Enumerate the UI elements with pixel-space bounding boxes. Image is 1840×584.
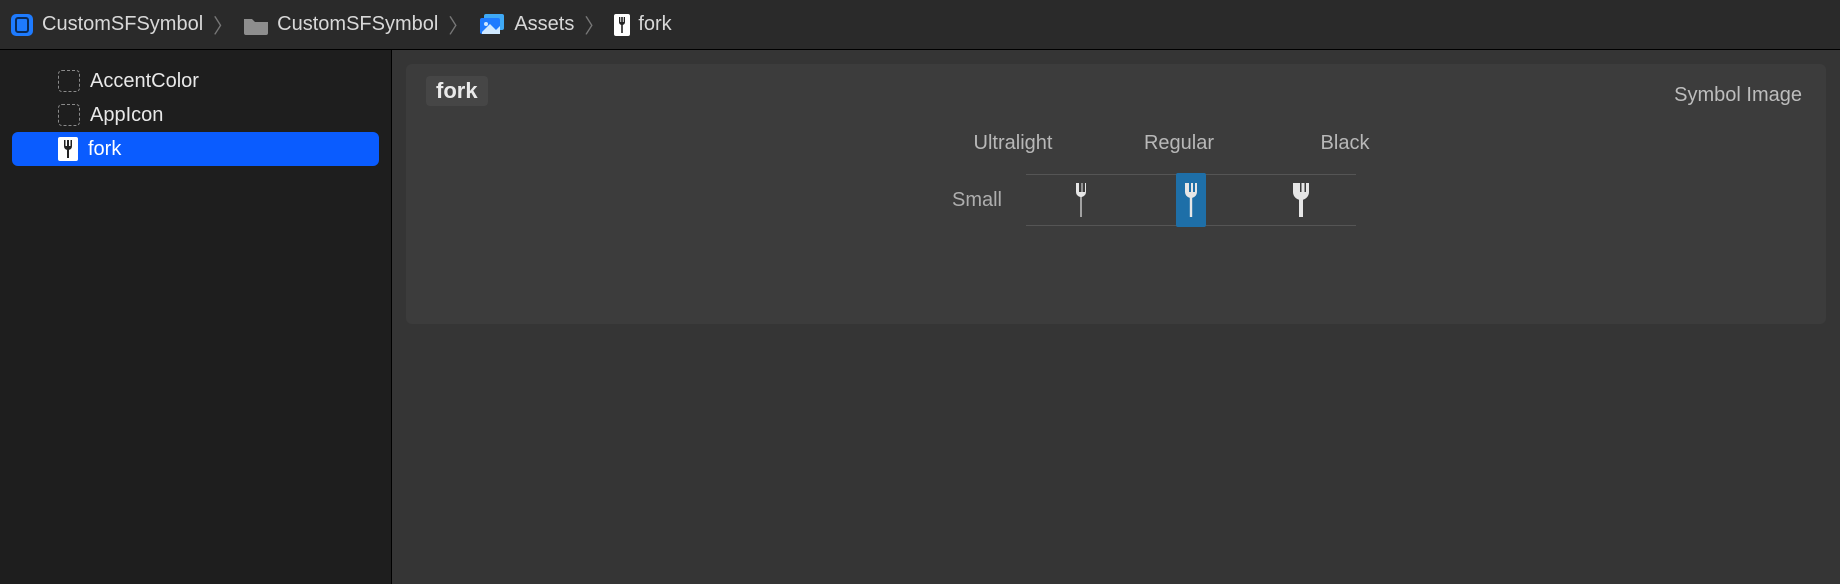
- fork-icon: [58, 137, 78, 161]
- breadcrumb-label: Assets: [514, 13, 574, 36]
- sidebar-item-label: AppIcon: [90, 104, 163, 127]
- symbol-icon: [614, 14, 630, 36]
- app-icon: [10, 13, 34, 37]
- asset-type-label: Symbol Image: [1674, 84, 1802, 107]
- placeholder-icon: [58, 70, 80, 92]
- breadcrumb-label: CustomSFSymbol: [42, 13, 203, 36]
- preview-small-black[interactable]: [1246, 174, 1356, 226]
- breadcrumb-item-project[interactable]: CustomSFSymbol: [10, 13, 203, 37]
- sidebar-item-accentcolor[interactable]: AccentColor: [12, 64, 379, 98]
- size-row-small: Small: [876, 174, 1356, 226]
- chevron-right-icon: 〉: [582, 10, 606, 39]
- fork-icon: [1183, 183, 1199, 217]
- breadcrumb-label: fork: [638, 13, 671, 36]
- symbol-detail-card: fork Symbol Image Ultralight Regular Bla…: [406, 64, 1826, 324]
- folder-icon: [243, 15, 269, 35]
- asset-sidebar: AccentColor AppIcon fork: [0, 50, 392, 584]
- asset-title[interactable]: fork: [426, 76, 488, 106]
- chevron-right-icon: 〉: [446, 10, 470, 39]
- chevron-right-icon: 〉: [211, 10, 235, 39]
- placeholder-icon: [58, 104, 80, 126]
- sidebar-item-fork[interactable]: fork: [12, 132, 379, 166]
- breadcrumb-label: CustomSFSymbol: [277, 13, 438, 36]
- asset-content: fork Symbol Image Ultralight Regular Bla…: [392, 50, 1840, 584]
- sidebar-item-label: fork: [88, 138, 121, 161]
- sidebar-item-appicon[interactable]: AppIcon: [12, 98, 379, 132]
- breadcrumb-item-symbol[interactable]: fork: [614, 13, 671, 36]
- sidebar-item-label: AccentColor: [90, 70, 199, 93]
- fork-icon: [1074, 183, 1088, 217]
- preview-small-ultralight[interactable]: [1026, 174, 1136, 226]
- breadcrumb-item-assets[interactable]: Assets: [478, 13, 574, 36]
- breadcrumb: CustomSFSymbol 〉 CustomSFSymbol 〉 Assets…: [0, 0, 1840, 50]
- preview-small-regular[interactable]: [1136, 174, 1246, 226]
- weight-label-ultralight: Ultralight: [958, 132, 1068, 155]
- weight-label-black: Black: [1290, 132, 1400, 155]
- size-label: Small: [946, 189, 1002, 212]
- breadcrumb-item-group[interactable]: CustomSFSymbol: [243, 13, 438, 36]
- weight-label-regular: Regular: [1124, 132, 1234, 155]
- weight-header-row: Ultralight Regular Black: [406, 132, 1826, 155]
- fork-icon: [1292, 183, 1310, 217]
- assets-icon: [478, 14, 506, 36]
